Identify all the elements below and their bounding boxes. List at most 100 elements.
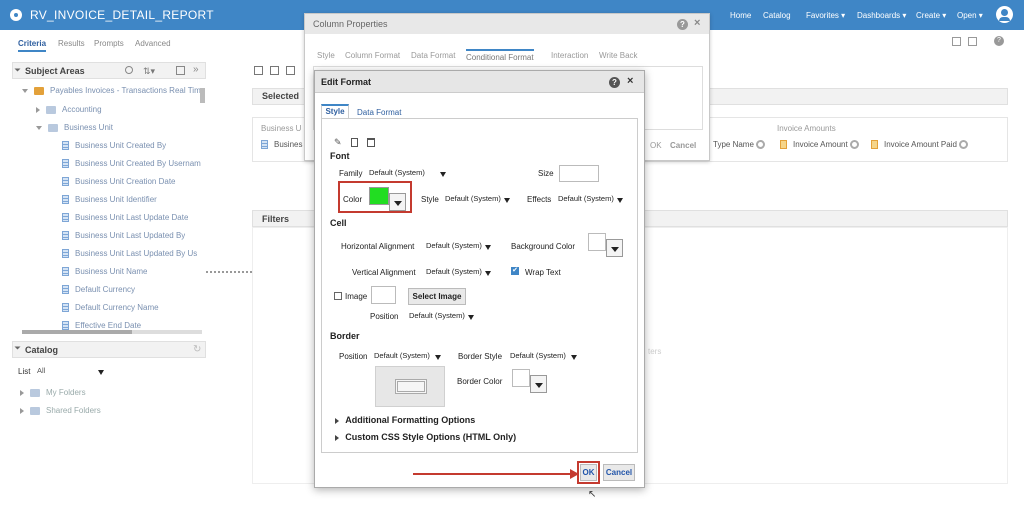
tree-item-accounting[interactable]: Accounting — [36, 105, 102, 119]
nav-favorites[interactable]: Favorites ▾ — [806, 11, 845, 20]
gear-icon[interactable] — [755, 140, 765, 150]
select-image-button[interactable]: Select Image — [408, 288, 466, 305]
save-as-icon[interactable] — [968, 37, 977, 46]
column-icon — [62, 231, 69, 241]
tree-column[interactable]: Business Unit Identifier — [62, 195, 157, 209]
tree-item-business-unit[interactable]: Business Unit — [36, 123, 113, 137]
size-input[interactable] — [559, 165, 599, 182]
tree-column[interactable]: Business Unit Last Update Date — [62, 213, 188, 227]
list-select[interactable]: All — [37, 366, 105, 379]
column-pill-invoice-amount-paid[interactable]: Invoice Amount Paid — [871, 140, 968, 150]
tree-column[interactable]: Business Unit Creation Date — [62, 177, 176, 191]
border-style-select[interactable]: Default (System) — [510, 351, 578, 364]
column-pill-type-name[interactable]: Type Name — [713, 140, 765, 150]
bg-color-label: Background Color — [511, 242, 576, 251]
cp-tab-interaction[interactable]: Interaction — [551, 51, 588, 60]
copy-icon[interactable] — [351, 138, 358, 147]
help-icon[interactable]: ? — [677, 19, 688, 30]
font-color-dropdown[interactable] — [389, 193, 406, 211]
image-position-select[interactable]: Default (System) — [409, 311, 475, 324]
valign-select[interactable]: Default (System) — [426, 267, 492, 280]
image-checkbox[interactable] — [334, 292, 342, 300]
refresh-icon[interactable]: ↻ — [193, 344, 201, 355]
sort-icon[interactable]: ⇅▾ — [143, 66, 155, 77]
expand-icon[interactable] — [22, 88, 28, 93]
tree-column[interactable]: Business Unit Last Updated By — [62, 231, 185, 245]
tree-column[interactable]: Default Currency — [62, 285, 135, 299]
column-pill-invoice-amount[interactable]: Invoice Amount — [780, 140, 859, 150]
save-icon[interactable] — [952, 37, 961, 46]
sql-toolbar-icon[interactable] — [270, 66, 279, 75]
border-position-select[interactable]: Default (System) — [374, 351, 442, 364]
view-icon[interactable] — [176, 66, 185, 75]
font-color-swatch[interactable] — [369, 187, 389, 205]
nav-dashboards[interactable]: Dashboards ▾ — [857, 11, 906, 20]
cp-ok-button[interactable]: OK — [650, 141, 662, 150]
paste-icon[interactable] — [367, 138, 375, 147]
cp-tab-write-back[interactable]: Write Back — [599, 51, 638, 60]
expand-icon[interactable] — [36, 106, 40, 113]
font-effects-select[interactable]: Default (System) — [558, 194, 624, 207]
bg-color-dropdown[interactable] — [606, 239, 623, 257]
collapse-icon[interactable] — [14, 346, 21, 350]
wrap-text-checkbox[interactable]: ✔ — [511, 267, 519, 275]
cancel-button[interactable]: Cancel — [603, 464, 635, 481]
catalog-shared-folders[interactable]: Shared Folders — [20, 406, 101, 415]
family-label: Family — [339, 169, 363, 178]
tree-column[interactable]: Business Unit Last Updated By Us — [62, 249, 197, 263]
edit-format-header: Edit Format — [315, 71, 644, 93]
tree-column[interactable]: Business Unit Created By — [62, 141, 166, 155]
combine-toolbar-icon[interactable] — [286, 66, 295, 75]
cp-tab-conditional-format[interactable]: Conditional Format — [466, 49, 534, 62]
column-pill[interactable]: Busines — [261, 140, 302, 150]
expand-icon[interactable] — [20, 389, 24, 396]
column-icon — [62, 213, 69, 223]
border-color-swatch[interactable] — [512, 369, 530, 387]
tab-criteria[interactable]: Criteria — [18, 39, 47, 52]
tab-advanced[interactable]: Advanced — [135, 39, 171, 48]
cp-tab-style[interactable]: Style — [317, 51, 335, 60]
catalog-my-folders[interactable]: My Folders — [20, 388, 86, 397]
gear-icon[interactable] — [958, 140, 968, 150]
tree-root[interactable]: Payables Invoices - Transactions Real Ti… — [22, 86, 201, 100]
tab-results[interactable]: Results — [58, 39, 85, 48]
close-icon[interactable]: × — [694, 17, 700, 29]
tab-data-format[interactable]: Data Format — [357, 108, 401, 117]
search-icon[interactable] — [125, 66, 133, 74]
custom-css-toggle[interactable]: Custom CSS Style Options (HTML Only) — [335, 432, 516, 442]
column-properties-header: Column Properties — [305, 14, 709, 34]
expand-icon[interactable] — [20, 407, 24, 414]
additional-formatting-toggle[interactable]: Additional Formatting Options — [335, 415, 475, 425]
font-style-select[interactable]: Default (System) — [445, 194, 511, 207]
splitter-handle[interactable] — [206, 271, 252, 273]
cp-cancel-button[interactable]: Cancel — [670, 141, 696, 150]
help-icon[interactable]: ? — [994, 36, 1004, 46]
tree-column[interactable]: Business Unit Created By Usernam — [62, 159, 201, 173]
tab-style[interactable]: Style — [321, 104, 349, 119]
gear-icon[interactable] — [849, 140, 859, 150]
cp-tab-data-format[interactable]: Data Format — [411, 51, 455, 60]
tab-prompts[interactable]: Prompts — [94, 39, 124, 48]
nav-home[interactable]: Home — [730, 11, 751, 20]
nav-create[interactable]: Create ▾ — [916, 11, 946, 20]
halign-select[interactable]: Default (System) — [426, 241, 492, 254]
collapse-icon[interactable] — [36, 125, 42, 130]
tree-column[interactable]: Default Currency Name — [62, 303, 159, 317]
horizontal-scroll-thumb[interactable] — [22, 330, 132, 334]
collapse-icon[interactable] — [14, 68, 21, 72]
family-select[interactable]: Default (System) — [369, 168, 447, 181]
border-color-dropdown[interactable] — [530, 375, 547, 393]
cp-tab-column-format[interactable]: Column Format — [345, 51, 400, 60]
nav-catalog[interactable]: Catalog — [763, 11, 791, 20]
vertical-scrollbar[interactable] — [200, 88, 205, 103]
tree-column[interactable]: Business Unit Name — [62, 267, 147, 281]
filter-toolbar-icon[interactable] — [254, 66, 263, 75]
edit-pencil-icon[interactable]: ✎ — [334, 137, 342, 148]
nav-open[interactable]: Open ▾ — [957, 11, 983, 20]
user-avatar-icon[interactable] — [996, 6, 1013, 23]
help-icon[interactable]: ? — [609, 77, 620, 88]
bg-color-swatch[interactable] — [588, 233, 606, 251]
expand-panel-icon[interactable]: » — [193, 64, 199, 75]
ok-button[interactable]: OK — [580, 464, 597, 481]
close-icon[interactable]: × — [627, 75, 633, 87]
